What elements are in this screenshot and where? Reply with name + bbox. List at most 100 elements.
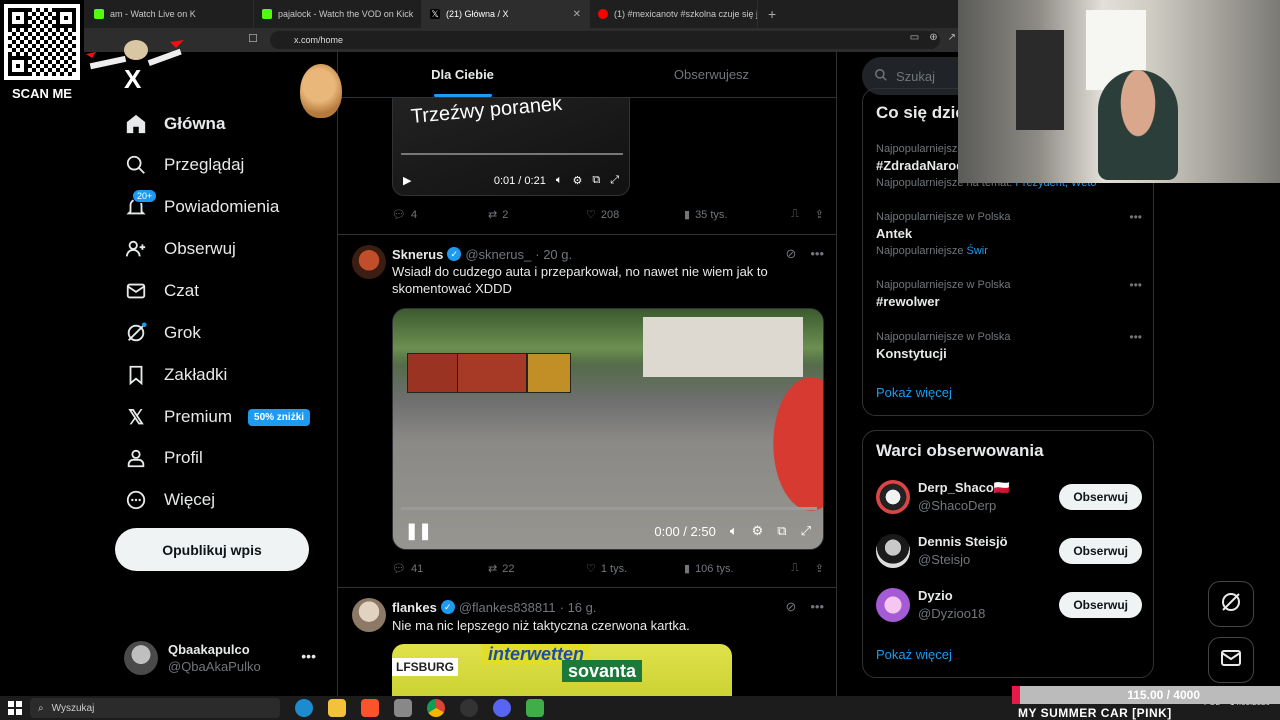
chrome-icon[interactable] [427,699,445,717]
views-button[interactable]: ▮ 35 tys. [684,208,784,222]
reply-icon: 💬︎ [392,563,406,575]
browser-tab-4[interactable]: (1) #mexicanotv #szkolna czuje się ja [590,0,758,28]
edge-icon[interactable] [295,699,313,717]
browser-tab-3[interactable]: 𝕏 (21) Główna / X ✕ [422,0,590,28]
repost-button[interactable]: ⇄ 22 [488,562,586,576]
nav-item-chat[interactable]: Czat [124,271,199,311]
video-progress[interactable] [401,153,623,155]
post-button[interactable]: Opublikuj wpis [115,528,309,571]
nav-item-grok[interactable]: Grok [124,313,201,353]
settings-icon[interactable]: ⚙ [752,523,764,539]
timeline: Dla Ciebie Obserwujesz Trzeźwy poranek ▶… [337,52,837,698]
url-field[interactable]: x.com/home [270,31,940,49]
follow-suggestion[interactable]: Derp_Shaco🇵🇱 @ShacoDerp Obserwuj [876,477,1142,517]
nav-item-notifications[interactable]: 20+ Powiadomienia [124,187,279,227]
obs-icon[interactable] [460,699,478,717]
volume-icon[interactable]: 🔈︎ [730,523,738,539]
nav-item-home[interactable]: Główna [124,104,225,144]
app-icon[interactable] [394,699,412,717]
trend-links[interactable]: Świr [967,245,988,257]
video-player[interactable]: Trzeźwy poranek ▶ 0:01 / 0:21 🔈︎ ⚙ ⧉ ⤢ [392,98,630,196]
messages-fab[interactable] [1208,637,1254,683]
trend-item[interactable]: Najpopularniejsze w Polska #rewolwer ••• [876,277,1142,311]
author-handle[interactable]: @sknerus_ [465,247,531,262]
author-name[interactable]: Sknerus [392,247,443,262]
repost-count: 22 [502,562,515,575]
avatar [876,588,910,622]
author-handle[interactable]: @flankes838811 [459,600,556,615]
tweet-media[interactable]: LFSBURG interwetten sovanta [392,644,732,698]
nav-item-bookmarks[interactable]: Zakładki [124,355,227,395]
trend-item[interactable]: Najpopularniejsze w Polska Antek Najpopu… [876,209,1142,259]
play-icon[interactable]: ▶ [403,174,411,187]
more-dots-icon[interactable]: ••• [1129,209,1142,225]
author-name[interactable]: flankes [392,600,437,615]
follow-button[interactable]: Obserwuj [1059,538,1142,564]
reply-button[interactable]: 💬︎ 41 [392,562,488,576]
bookmark-page-icon[interactable]: ☐ [248,32,258,45]
more-dots-icon[interactable]: ••• [810,246,824,262]
grok-fab[interactable] [1208,581,1254,627]
nav-label: Obserwuj [164,239,236,258]
share-icon[interactable]: ↗ [948,32,956,43]
nav-item-explore[interactable]: Przeglądaj [124,145,244,185]
repost-button[interactable]: ⇄ 2 [488,208,586,222]
tab-label: (21) Główna / X [446,9,509,19]
share-icon[interactable]: ⇪ [815,562,824,575]
more-dots-icon[interactable]: ••• [1129,277,1142,293]
fullscreen-icon[interactable]: ⤢ [610,174,619,187]
video-progress[interactable] [401,507,817,510]
tab-for-you[interactable]: Dla Ciebie [338,52,587,97]
more-dots-icon[interactable]: ••• [1129,329,1142,345]
like-button[interactable]: ♡ 1 tys. [586,562,684,576]
nav-item-follow[interactable]: Obserwuj [124,229,236,269]
kick-icon [94,9,104,19]
show-more-link[interactable]: Pokaż więcej [876,385,952,400]
play-app-icon[interactable] [526,699,544,717]
like-button[interactable]: ♡ 208 [586,208,684,222]
grok-icon[interactable]: ⊘ [785,599,796,615]
nav-item-more[interactable]: Więcej [124,480,215,520]
avatar[interactable] [352,245,386,279]
volume-icon[interactable]: 🔈︎ [556,174,563,187]
zoom-icon[interactable]: ⊕ [929,32,937,43]
install-icon[interactable]: ▭ [910,32,919,43]
share-icon[interactable]: ⇪ [815,208,824,221]
follow-button[interactable]: Obserwuj [1059,484,1142,510]
folder-icon[interactable] [328,699,346,717]
more-dots-icon[interactable]: ••• [301,648,316,664]
windows-start-icon[interactable] [0,701,30,715]
settings-icon[interactable]: ⚙ [572,174,582,187]
pip-icon[interactable]: ⧉ [592,174,600,187]
brave-icon[interactable] [361,699,379,717]
trend-item[interactable]: Najpopularniejsze w Polska Konstytucji •… [876,329,1142,363]
repost-count: 2 [502,208,509,221]
taskbar-search[interactable]: ⌕ Wyszukaj [30,698,280,718]
tab-following[interactable]: Obserwujesz [587,52,836,97]
pip-icon[interactable]: ⧉ [777,523,786,539]
account-switcher[interactable]: Qbaakapulco @QbaAkaPulko ••• [124,638,324,678]
new-tab-icon[interactable]: + [758,6,786,22]
nav-item-premium[interactable]: 𝕏 Premium 50% zniżki [124,397,311,437]
avatar[interactable] [352,598,386,632]
views-button[interactable]: ▮ 106 tys. [684,562,784,576]
follow-suggestion[interactable]: Dennis Steisjö @Steisjo Obserwuj [876,531,1142,571]
discord-icon[interactable] [493,699,511,717]
divider [338,234,836,235]
reply-button[interactable]: 💬︎ 4 [392,208,488,222]
browser-tab-2[interactable]: pajalock - Watch the VOD on Kick [254,0,422,28]
browser-tab-1[interactable]: am - Watch Live on K [86,0,254,28]
show-more-link[interactable]: Pokaż więcej [876,647,952,662]
follow-suggestion[interactable]: Dyzio @Dyzioo18 Obserwuj [876,585,1142,625]
grok-icon[interactable]: ⊘ [785,246,796,262]
bookmark-icon[interactable]: ⎍ [791,562,799,575]
trend-title: Antek [876,226,913,241]
more-dots-icon[interactable]: ••• [810,599,824,615]
follow-button[interactable]: Obserwuj [1059,592,1142,618]
bookmark-icon[interactable]: ⎍ [791,208,799,221]
close-tab-icon[interactable]: ✕ [573,9,581,20]
fullscreen-icon[interactable]: ⤢ [801,523,811,539]
pause-icon[interactable]: ❚❚ [405,521,432,541]
video-player[interactable]: ❚❚ 0:00 / 2:50 🔈︎ ⚙ ⧉ ⤢ [392,308,824,550]
nav-item-profile[interactable]: Profil [124,438,203,478]
